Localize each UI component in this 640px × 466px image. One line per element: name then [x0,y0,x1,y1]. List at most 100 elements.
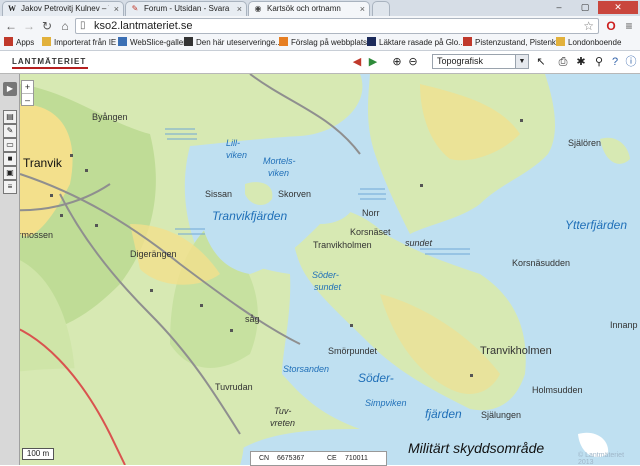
map-label-korsnassudden: Korsnäsudden [512,258,571,268]
map-label-lillviken-2: viken [226,150,248,160]
close-icon[interactable]: × [114,2,119,16]
list-icon[interactable]: ≡ [3,180,17,194]
map-label-sjaloren: Själören [568,138,602,148]
new-tab-button[interactable] [372,1,390,16]
ce-label: CE [327,455,337,462]
screen-icon[interactable]: ▣ [3,166,17,180]
bookmark-star-icon[interactable]: ☆ [583,19,594,33]
map-label-mortelsviken-2: viken [268,168,290,178]
tool-icon[interactable]: ■ [3,152,17,166]
scale-bar: 100 m [22,448,54,460]
webslice-icon [118,37,127,46]
search-icon[interactable]: ⚲ [592,55,606,69]
tab-title: Kartsök och ortnamn [267,4,341,13]
news-icon [367,37,376,46]
measure-icon[interactable]: ▭ [3,138,17,152]
map-label-tuvrudan: Tuvrudan [215,382,253,392]
opera-icon[interactable]: O [604,19,618,33]
forward-icon[interactable]: → [22,19,36,33]
cn-label: CN [259,455,270,462]
map-label-fjarden: fjärden [425,407,462,421]
tool-sidebar: ▶ ▤ ✎ ▭ ■ ▣ ≡ [0,74,20,465]
page-icon [463,37,472,46]
window-controls: – ▢ ✕ [546,1,638,15]
bookmark-laktare[interactable]: Läktare rasade på Glo... [367,36,465,50]
map-label-digerangen: Digerängen [130,249,177,259]
map-label-holmsudden: Holmsudden [532,385,583,395]
map-label-tuvvreten-1: Tuv- [274,406,292,416]
logo-underline [12,67,88,69]
redo-arrow-icon[interactable]: ▶ [366,55,380,69]
wikipedia-icon: W [8,4,16,13]
draw-icon[interactable]: ✎ [3,124,17,138]
url-text: kso2.lantmateriet.se [94,20,193,32]
site-header: LANTMÄTERIET ◀ ▶ ⊕ ⊖ Topografisk ▼ ↖ ⎙ ✱… [0,51,640,74]
browser-toolbar: ← → ↻ ⌂ ▯ kso2.lantmateriet.se ☆ O ≡ [0,16,640,36]
maximize-icon[interactable]: ▢ [572,1,598,14]
zoom-in-button[interactable]: + [22,81,33,94]
map-label-korsnaset: Korsnäset [350,227,391,237]
pointer-icon[interactable]: ↖ [534,55,548,69]
copyright-text: © Lantmäteriet 2013 [578,452,625,466]
info-icon[interactable]: ⓘ [624,55,638,69]
home-icon[interactable]: ⌂ [58,19,72,33]
map-canvas[interactable]: Byången Tranvik Stormossen Digerängen Li… [0,74,640,465]
expand-panel-icon[interactable]: ▶ [3,82,17,96]
address-bar[interactable]: ▯ kso2.lantmateriet.se ☆ [75,18,599,34]
map-label-norr: Norr [362,208,380,218]
bookmark-londonboende[interactable]: Londonboende [556,36,621,50]
help-icon[interactable]: ? [608,55,622,69]
bookmark-uteservering[interactable]: Den här uteserveringe... [184,36,282,50]
zoom-out-button[interactable]: – [22,94,33,106]
forum-icon: ✎ [131,4,139,13]
settings-icon[interactable]: ✱ [574,55,588,69]
map-label-militart-skyddsomrade: Militärt skyddsområde [408,440,545,456]
map-label-byangen: Byången [92,112,128,122]
back-icon[interactable]: ← [4,19,18,33]
layers-icon[interactable]: ▤ [3,110,17,124]
bookmarks-bar: Apps Importerat från IE WebSlice-galleri… [0,36,640,51]
cn-value: 6675367 [277,455,305,462]
page-icon [184,37,193,46]
chevron-down-icon: ▼ [515,55,528,68]
bookmark-forslag[interactable]: Förslag på webbplatser [279,36,374,50]
map-layer-select[interactable]: Topografisk ▼ [432,54,529,69]
map-label-tranvikfjarden: Tranvikfjärden [212,209,288,223]
folder-icon [556,37,565,46]
undo-arrow-icon[interactable]: ◀ [350,55,364,69]
map-label-sjalungen: Själungen [481,410,522,420]
map-label-skorven: Skorven [278,189,312,199]
tab-forum[interactable]: ✎ Forum - Utsidan - Svara på in × [125,1,247,16]
coordinate-readout: CN 6675367 CE 710011 [250,451,387,466]
globe-icon: ◉ [254,4,262,13]
suggest-icon [279,37,288,46]
bookmark-pistenzustand[interactable]: Pistenzustand, Pistenk... [463,36,563,50]
tab-kartsok[interactable]: ◉ Kartsök och ortnamn × [248,1,370,16]
close-icon[interactable]: × [360,2,365,16]
map-label-soder: Söder- [358,371,394,385]
lantmateriet-logo: LANTMÄTERIET [12,57,87,66]
zoom-in-icon[interactable]: ⊕ [390,55,404,69]
tab-wikipedia[interactable]: W Jakov Petrovitj Kulnev – Wiki × [2,1,124,16]
bookmark-webslice[interactable]: WebSlice-galleri [118,36,188,50]
map-label-tranvikholmen-n: Tranvikholmen [313,240,372,250]
map-label-tranvikholmen-s: Tranvikholmen [480,345,552,357]
map-label-sissan: Sissan [205,189,233,199]
window-close-icon[interactable]: ✕ [598,1,638,14]
print-icon[interactable]: ⎙ [556,55,570,69]
menu-icon[interactable]: ≡ [622,19,636,33]
map-label-simpviken: Simpviken [365,398,407,408]
zoom-control[interactable]: + – [21,80,34,106]
map-label-sodersundet-1: Söder- [312,270,339,280]
apps-icon [4,37,13,46]
bookmark-importerat[interactable]: Importerat från IE [42,36,116,50]
minimize-icon[interactable]: – [546,1,572,14]
tab-title: Forum - Utsidan - Svara på in [144,4,232,13]
ce-value: 710011 [345,455,368,462]
zoom-out-icon[interactable]: ⊖ [406,55,420,69]
reload-icon[interactable]: ↻ [40,19,54,33]
close-icon[interactable]: × [237,2,242,16]
bookmark-apps[interactable]: Apps [4,36,34,50]
map-label-mortelsviken-1: Mortels- [263,156,296,166]
map-label-lillviken-1: Lill- [226,138,241,148]
